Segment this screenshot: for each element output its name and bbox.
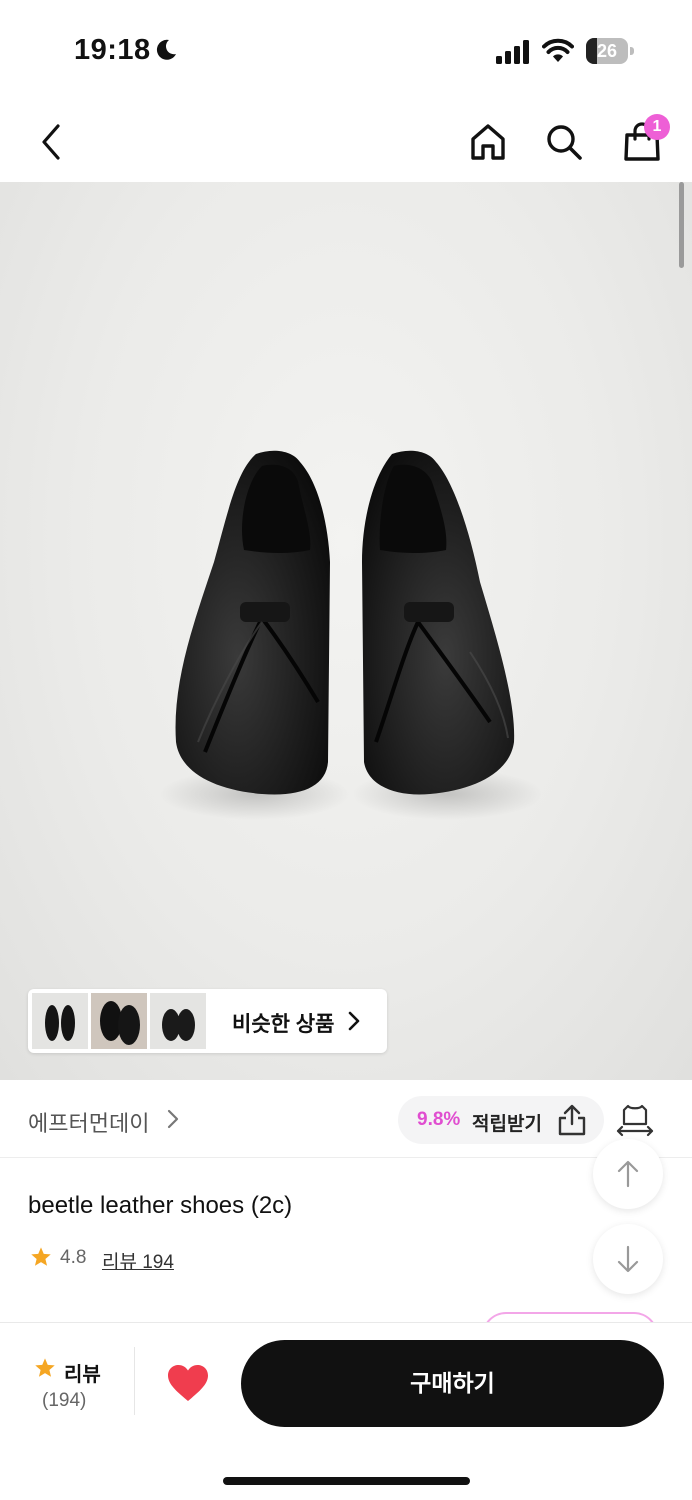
battery-body: 26	[586, 38, 628, 64]
fitting-icon[interactable]	[616, 1102, 654, 1138]
similar-products-label: 비슷한 상품	[232, 1013, 335, 1036]
brand-link[interactable]: 에프터먼데이	[28, 1106, 149, 1138]
brand-row: 에프터먼데이 9.8% 적립받기	[0, 1080, 692, 1158]
similar-thumbnail[interactable]	[150, 993, 206, 1049]
battery-level: 26	[596, 41, 618, 61]
status-time: 19:18	[74, 34, 151, 66]
scroll-top-button[interactable]	[593, 1139, 663, 1209]
points-label: 적립받기	[472, 1114, 542, 1135]
signal-icon	[496, 40, 529, 64]
battery-icon: 26	[586, 38, 634, 64]
review-label: 리뷰	[64, 1364, 101, 1386]
share-icon[interactable]	[556, 1104, 588, 1136]
moon-icon	[156, 39, 176, 60]
bottom-action-bar: 리뷰 (194) 구매하기	[0, 1322, 692, 1500]
home-indicator	[223, 1477, 470, 1485]
product-title: beetle leather shoes (2c)	[28, 1192, 293, 1219]
image-scroll-indicator	[679, 182, 684, 268]
status-bar: 19:18 26	[0, 0, 692, 100]
cart-badge: 1	[644, 114, 670, 140]
rating-value: 4.8	[60, 1247, 87, 1268]
battery-tip	[630, 47, 634, 55]
similar-products-card[interactable]: 비슷한 상품	[28, 989, 387, 1053]
points-percent: 9.8%	[417, 1109, 461, 1130]
product-image[interactable]: 비슷한 상품	[0, 182, 692, 1080]
scroll-bottom-button[interactable]	[593, 1224, 663, 1294]
arrow-up-icon	[617, 1160, 639, 1188]
top-nav	[0, 100, 692, 182]
shoes-photo	[160, 450, 542, 820]
arrow-down-icon	[617, 1245, 639, 1273]
back-button[interactable]	[28, 118, 72, 166]
search-icon	[547, 125, 582, 160]
star-icon	[31, 1247, 51, 1266]
divider	[134, 1347, 135, 1415]
home-icon	[471, 124, 505, 160]
heart-icon[interactable]	[166, 1363, 210, 1403]
thumbnail-image	[45, 1005, 75, 1041]
wifi-icon	[542, 38, 574, 62]
star-icon	[35, 1358, 55, 1377]
buy-button[interactable]: 구매하기	[241, 1340, 664, 1427]
review-summary-button[interactable]: 리뷰 (194)	[0, 1323, 134, 1419]
thumbnail-image	[91, 993, 147, 1049]
review-link[interactable]: 리뷰 194	[102, 1247, 174, 1274]
review-count: (194)	[42, 1390, 87, 1411]
similar-thumbnail[interactable]	[32, 993, 88, 1049]
chevron-right-icon	[348, 1011, 360, 1031]
thumbnail-image	[162, 1009, 195, 1041]
chevron-right-icon	[167, 1109, 179, 1129]
similar-thumbnail[interactable]	[91, 993, 147, 1049]
home-button[interactable]	[466, 118, 510, 166]
back-arrow-icon	[42, 124, 60, 160]
search-button[interactable]	[542, 118, 586, 166]
